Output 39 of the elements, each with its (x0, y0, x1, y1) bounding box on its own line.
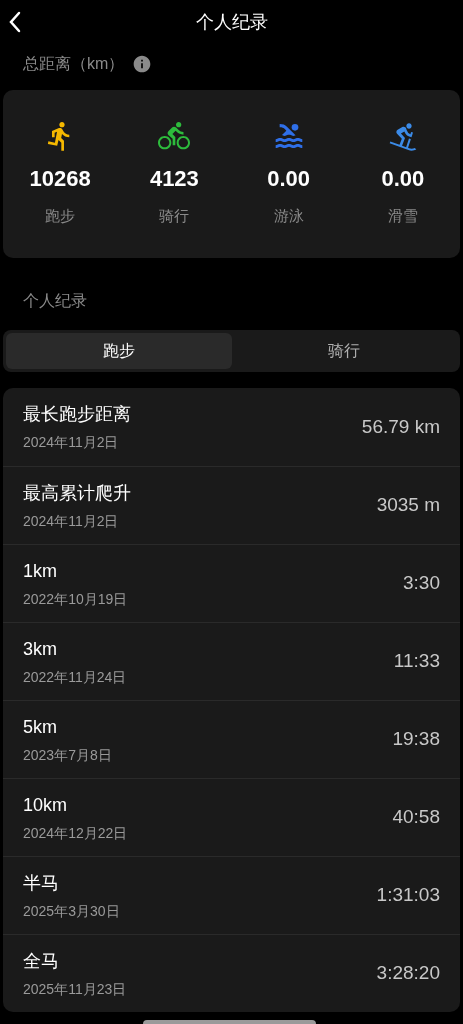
record-date: 2025年3月30日 (23, 901, 120, 921)
total-value: 0.00 (267, 165, 311, 194)
record-value: 19:38 (392, 727, 440, 752)
record-value: 1:31:03 (376, 883, 440, 908)
record-name: 全马 (23, 949, 60, 973)
record-date: 2023年7月8日 (23, 745, 112, 765)
record-name: 5km (23, 715, 58, 739)
tab[interactable]: 跑步 (6, 333, 232, 369)
record-name: 10km (23, 793, 68, 817)
record-value: 40:58 (392, 805, 440, 830)
total-value: 4123 (149, 165, 199, 194)
info-icon[interactable] (132, 54, 153, 74)
record-name: 半马 (23, 871, 60, 895)
record-date: 2022年10月19日 (23, 589, 128, 609)
record-value: 11:33 (393, 649, 440, 674)
back-icon[interactable] (8, 11, 22, 33)
record-name: 最高累计爬升 (23, 481, 131, 505)
record-value: 3:28:20 (376, 961, 440, 986)
record-date: 2025年11月23日 (23, 979, 127, 999)
record-name: 最长跑步距离 (23, 403, 131, 426)
sport-label: 跑步 (45, 206, 76, 227)
sport-label: 游泳 (273, 206, 304, 227)
record-value: 56.79 km (361, 414, 440, 439)
section-label: 个人纪录 (23, 291, 87, 311)
record-date: 2024年12月22日 (23, 823, 128, 843)
record-date: 2024年11月2日 (23, 433, 120, 452)
record-value: 3:30 (403, 571, 440, 596)
record-date: 2024年11月2日 (23, 511, 120, 531)
tab[interactable]: 骑行 (231, 333, 457, 369)
record-name: 1km (23, 559, 58, 583)
record-name: 3km (23, 637, 58, 661)
sport-label: 滑雪 (387, 206, 418, 227)
sport-label: 骑行 (159, 206, 190, 227)
record-value: 3035 m (376, 493, 440, 518)
total-value: 10268 (29, 165, 91, 194)
page-title: 个人纪录 (195, 10, 268, 34)
record-date: 2022年11月24日 (23, 667, 127, 687)
section-label: 总距离（km） (23, 54, 125, 74)
total-value: 0.00 (381, 165, 425, 194)
